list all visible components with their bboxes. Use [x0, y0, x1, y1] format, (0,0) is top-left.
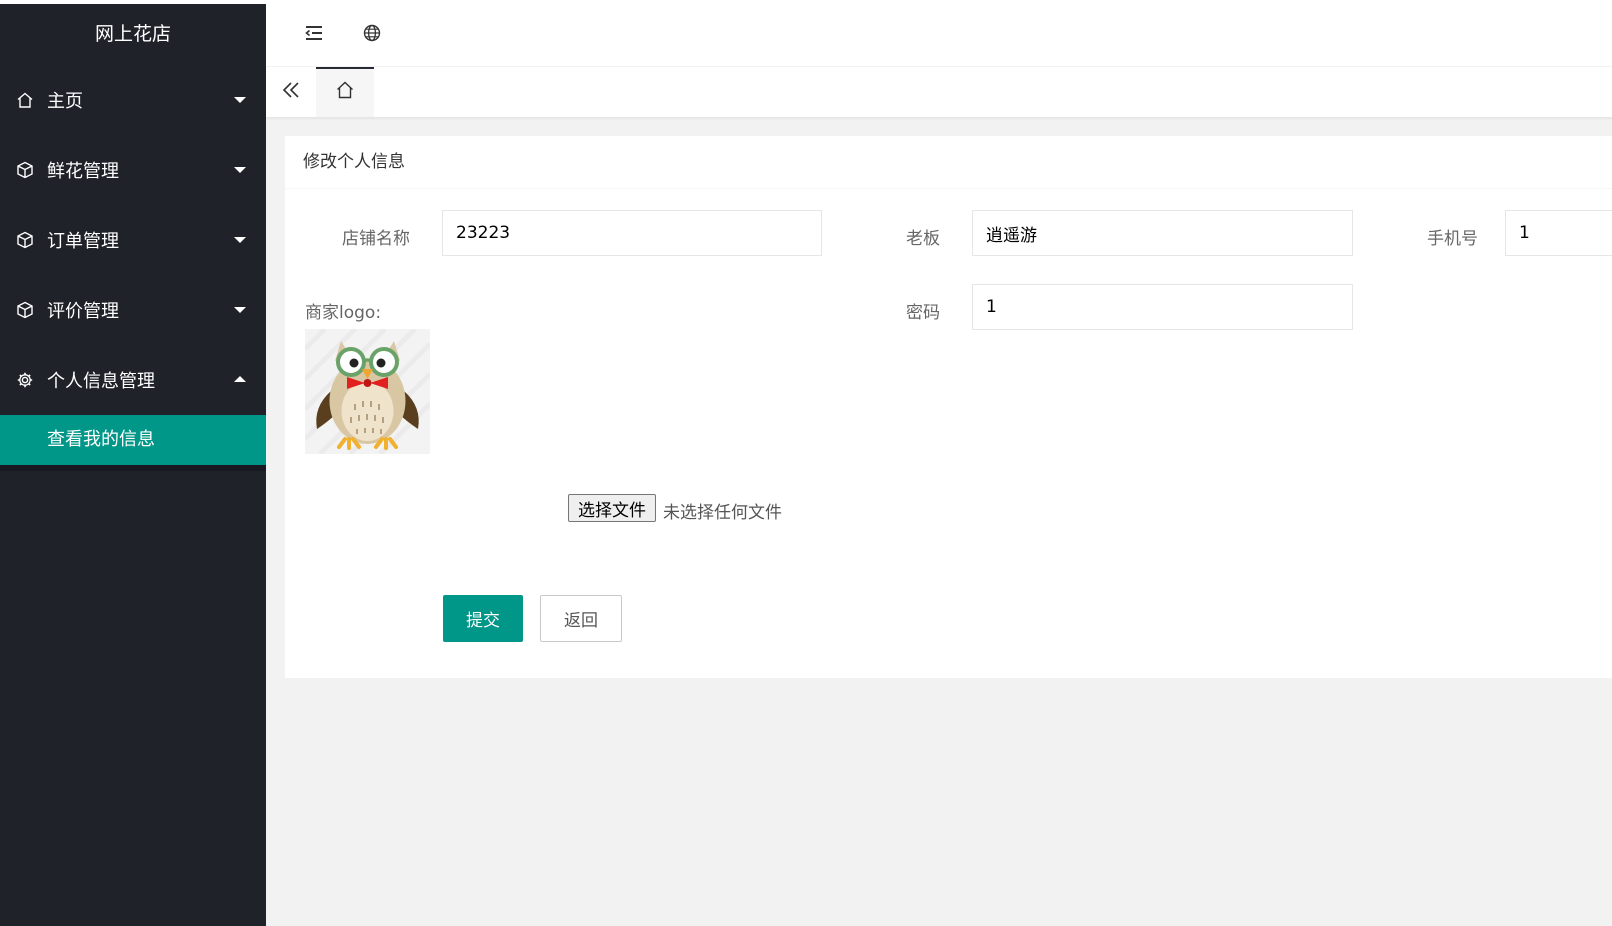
sidebar-item-home[interactable]: 主页 [0, 65, 266, 135]
choose-file-button[interactable]: 选择文件 [568, 494, 656, 522]
globe-button[interactable] [348, 4, 396, 66]
menu-collapse-icon [304, 24, 324, 46]
home-icon [335, 80, 355, 104]
sidebar-item-label: 鲜花管理 [47, 161, 119, 182]
password-input[interactable] [972, 284, 1353, 330]
sidebar: 网上花店 主页 鲜花管理 订单管理 评价管理 个人信息管理 查看我的信息 [0, 4, 266, 926]
tab-home[interactable] [316, 67, 374, 117]
sidebar-item-label: 评价管理 [47, 301, 119, 322]
top-header [266, 4, 1612, 67]
sidebar-item-label: 订单管理 [47, 231, 119, 252]
logo-label: 商家logo: [305, 303, 382, 323]
back-button[interactable]: 返回 [540, 595, 622, 642]
double-chevron-left-icon [281, 80, 301, 104]
sidebar-item-label: 个人信息管理 [47, 371, 155, 392]
boss-label: 老板 [906, 229, 940, 249]
sidebar-item-label: 主页 [47, 91, 83, 112]
shop-name-input[interactable] [442, 210, 822, 256]
menu-collapse-button[interactable] [290, 4, 338, 66]
caret-up-icon [234, 376, 246, 382]
cube-icon [15, 160, 35, 180]
profile-card: 修改个人信息 店铺名称 老板 手机号 商家logo: 密码 [285, 136, 1612, 678]
phone-input[interactable] [1505, 210, 1612, 256]
caret-down-icon [234, 167, 246, 173]
cube-icon [15, 300, 35, 320]
sidebar-item-profile[interactable]: 个人信息管理 [0, 345, 266, 415]
boss-input[interactable] [972, 210, 1353, 256]
file-status-text: 未选择任何文件 [663, 503, 782, 523]
caret-down-icon [234, 237, 246, 243]
home-icon [15, 90, 35, 110]
shop-logo-image [305, 329, 430, 454]
sidebar-submenu: 查看我的信息 [0, 415, 266, 471]
tabs-bar [266, 67, 1612, 118]
sidebar-item-reviews[interactable]: 评价管理 [0, 275, 266, 345]
caret-down-icon [234, 97, 246, 103]
app-title: 网上花店 [94, 23, 171, 45]
sidebar-subitem-my-info[interactable]: 查看我的信息 [0, 415, 266, 465]
tabs-scroll-left-button[interactable] [266, 67, 316, 117]
sidebar-item-orders[interactable]: 订单管理 [0, 205, 266, 275]
globe-icon [363, 24, 381, 46]
phone-label: 手机号 [1427, 229, 1478, 249]
card-title: 修改个人信息 [285, 136, 1612, 189]
shop-name-label: 店铺名称 [342, 229, 410, 249]
caret-down-icon [234, 307, 246, 313]
sidebar-item-flowers[interactable]: 鲜花管理 [0, 135, 266, 205]
cube-icon [15, 230, 35, 250]
submit-button[interactable]: 提交 [443, 595, 523, 642]
password-label: 密码 [906, 303, 940, 323]
gear-icon [15, 370, 35, 390]
